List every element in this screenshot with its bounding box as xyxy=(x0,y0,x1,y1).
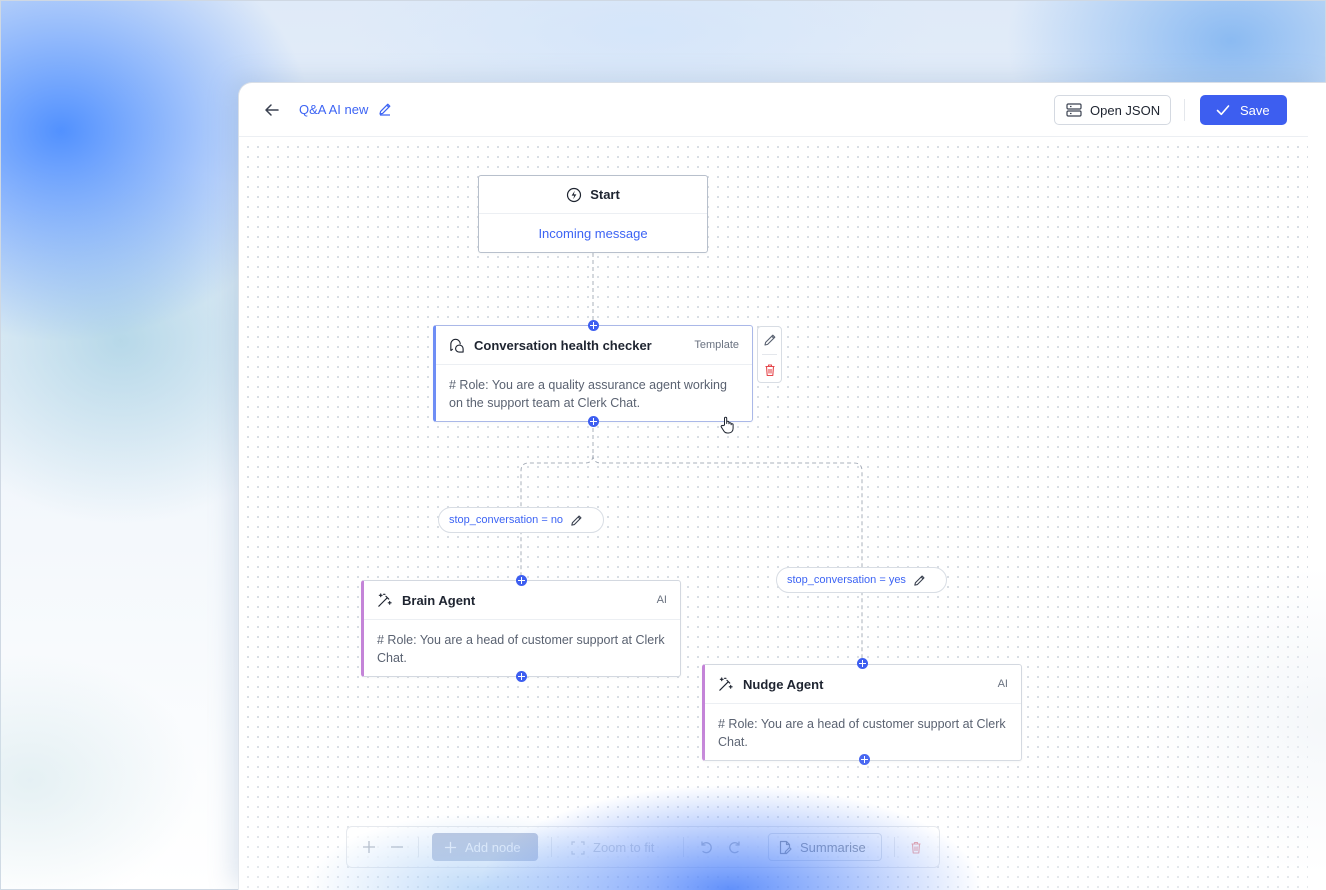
add-node-label: Add node xyxy=(465,839,521,855)
add-node-button[interactable]: Add node xyxy=(432,833,538,861)
trash-icon[interactable] xyxy=(909,840,923,855)
edge-label-yes-text: stop_conversation = yes xyxy=(787,574,906,586)
port-brain-in[interactable] xyxy=(516,575,527,586)
toolbar-divider xyxy=(894,837,895,857)
health-checker-header: Conversation health checker Template xyxy=(436,326,752,365)
save-label: Save xyxy=(1240,102,1270,118)
chat-bubble-icon xyxy=(450,338,464,353)
ai-badge: AI xyxy=(656,594,667,606)
start-node-title: Start xyxy=(590,187,620,202)
zoom-to-fit-button[interactable]: Zoom to fit xyxy=(571,840,654,855)
document-edit-icon xyxy=(779,840,792,854)
server-icon xyxy=(1066,103,1082,117)
open-json-button[interactable]: Open JSON xyxy=(1054,95,1171,125)
zoom-out-icon[interactable] xyxy=(390,840,404,854)
pencil-icon[interactable] xyxy=(378,102,392,116)
back-arrow-icon[interactable] xyxy=(263,101,281,119)
zoom-in-icon[interactable] xyxy=(362,840,376,854)
flow-canvas[interactable] xyxy=(239,138,1308,890)
template-badge: Template xyxy=(694,339,739,351)
open-json-label: Open JSON xyxy=(1090,102,1161,118)
brain-agent-header: Brain Agent AI xyxy=(364,581,680,620)
pencil-icon[interactable] xyxy=(570,514,583,527)
ai-badge: AI xyxy=(997,678,1008,690)
toolbar-divider xyxy=(551,837,552,857)
lightning-icon xyxy=(567,187,582,202)
trash-icon[interactable] xyxy=(763,363,777,377)
brain-agent-prompt: # Role: You are a head of customer suppo… xyxy=(377,633,665,665)
port-brain-out[interactable] xyxy=(516,671,527,682)
health-checker-prompt: # Role: You are a quality assurance agen… xyxy=(449,378,727,410)
cursor-hand-icon xyxy=(720,416,734,434)
zoom-to-fit-label: Zoom to fit xyxy=(593,840,655,855)
edge-label-no-text: stop_conversation = no xyxy=(449,514,564,526)
flow-title[interactable]: Q&A AI new xyxy=(299,102,368,117)
magic-wand-icon xyxy=(719,676,733,691)
plus-icon xyxy=(444,841,457,853)
summarise-button[interactable]: Summarise xyxy=(768,833,882,861)
summarise-label: Summarise xyxy=(800,839,866,855)
edge-label-no[interactable]: stop_conversation = no xyxy=(438,507,604,533)
fit-screen-icon xyxy=(571,840,585,855)
toolbar-divider xyxy=(1184,99,1185,121)
edit-pencil-icon[interactable] xyxy=(763,333,777,347)
nudge-agent-node[interactable]: Nudge Agent AI # Role: You are a head of… xyxy=(702,664,1022,761)
brain-agent-title: Brain Agent xyxy=(402,592,476,608)
port-checker-out[interactable] xyxy=(588,416,599,427)
nudge-agent-title: Nudge Agent xyxy=(743,676,824,692)
top-bar: Q&A AI new Open JSON Save xyxy=(239,83,1308,137)
health-checker-node[interactable]: Conversation health checker Template # R… xyxy=(433,325,753,422)
check-icon xyxy=(1216,105,1230,116)
port-checker-in[interactable] xyxy=(588,320,599,331)
port-nudge-out[interactable] xyxy=(859,754,870,765)
nudge-agent-header: Nudge Agent AI xyxy=(705,665,1021,704)
start-trigger-link[interactable]: Incoming message xyxy=(479,214,707,253)
toolbar-divider xyxy=(683,837,684,857)
start-node[interactable]: Start Incoming message xyxy=(478,175,708,253)
brain-agent-node[interactable]: Brain Agent AI # Role: You are a head of… xyxy=(361,580,681,677)
magic-wand-icon xyxy=(378,592,392,607)
toolbar-divider xyxy=(418,837,419,857)
app-window: Q&A AI new Open JSON Save xyxy=(238,82,1326,890)
start-node-header: Start xyxy=(479,176,707,214)
redo-icon[interactable] xyxy=(727,840,742,855)
canvas-toolbar: Add node Zoom to fit Summarise xyxy=(346,826,940,868)
save-button[interactable]: Save xyxy=(1200,95,1287,125)
pencil-icon[interactable] xyxy=(913,574,926,587)
health-checker-title: Conversation health checker xyxy=(474,337,652,353)
node-actions xyxy=(757,326,782,383)
edge-label-yes[interactable]: stop_conversation = yes xyxy=(776,567,947,593)
undo-icon[interactable] xyxy=(699,840,714,855)
port-nudge-in[interactable] xyxy=(857,658,868,669)
